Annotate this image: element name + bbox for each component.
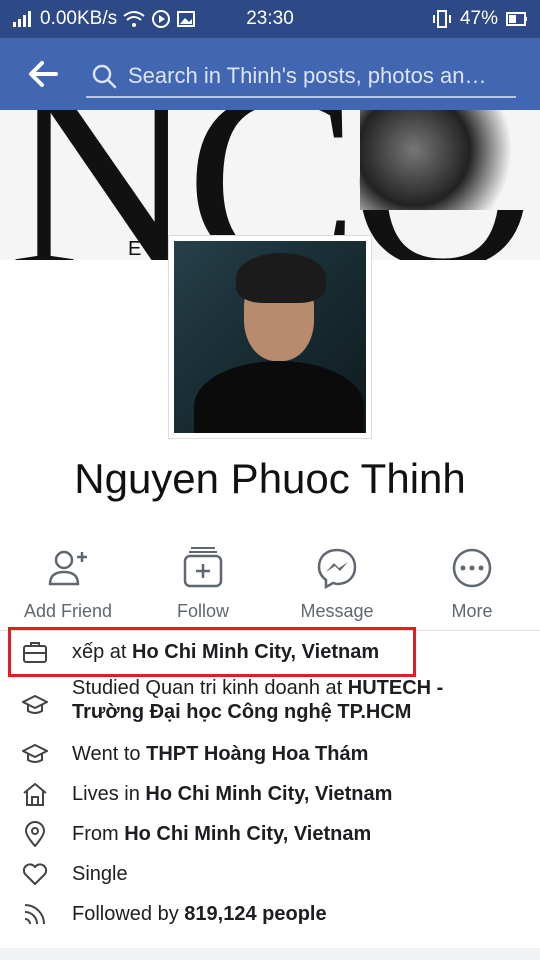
info-row-lives[interactable]: Lives in Ho Chi Minh City, Vietnam xyxy=(0,774,540,814)
profile-picture[interactable] xyxy=(168,235,372,439)
heart-icon xyxy=(22,863,48,885)
status-bar: 0.00KB/s 23:30 47% xyxy=(0,0,540,38)
profile-actions: Add Friend Follow Message More xyxy=(0,540,540,630)
from-prefix: From xyxy=(72,822,125,845)
rss-followers-icon xyxy=(24,904,45,925)
location-pin-icon xyxy=(24,821,46,847)
add-friend-button[interactable]: Add Friend xyxy=(8,540,128,622)
went-prefix: Went to xyxy=(72,742,147,765)
went-school: THPT Hoàng Hoa Thám xyxy=(146,742,369,765)
study-text: Studied Quan tri kinh doanh at HUTECH - … xyxy=(72,676,512,724)
profile-photo xyxy=(174,241,366,433)
follow-button[interactable]: Follow xyxy=(143,540,263,622)
message-label: Message xyxy=(300,601,374,621)
lives-text: Lives in Ho Chi Minh City, Vietnam xyxy=(72,783,392,806)
followed-count: 819,124 people xyxy=(184,902,327,925)
graduation-cap-icon xyxy=(22,694,48,714)
more-icon xyxy=(452,548,492,588)
search-input[interactable] xyxy=(128,63,508,89)
lives-prefix: Lives in xyxy=(72,782,146,805)
info-row-from[interactable]: From Ho Chi Minh City, Vietnam xyxy=(0,814,540,854)
search-header xyxy=(0,38,540,110)
followers-text: Followed by 819,124 people xyxy=(72,903,327,926)
graduation-cap-icon xyxy=(22,743,48,763)
battery-icon xyxy=(506,12,527,26)
info-row-study[interactable]: Studied Quan tri kinh doanh at HUTECH - … xyxy=(0,672,540,734)
vibrate-icon xyxy=(432,10,451,28)
from-place: Ho Chi Minh City, Vietnam xyxy=(124,822,372,845)
cover-texture xyxy=(360,110,540,210)
highlight-box xyxy=(8,627,416,677)
search-bar[interactable] xyxy=(86,56,516,98)
study-prefix: Studied Quan tri kinh doanh at xyxy=(72,677,348,699)
went-text: Went to THPT Hoàng Hoa Thám xyxy=(72,743,368,766)
clock: 23:30 xyxy=(246,8,294,29)
section-separator xyxy=(0,948,540,960)
add-friend-icon xyxy=(48,550,87,586)
add-friend-label: Add Friend xyxy=(23,601,113,621)
info-row-followers[interactable]: Followed by 819,124 people xyxy=(0,894,540,934)
profile-name: Nguyen Phuoc Thinh xyxy=(74,455,466,502)
back-button[interactable] xyxy=(26,58,60,90)
follow-label: Follow xyxy=(176,601,229,621)
followed-prefix: Followed by xyxy=(72,902,185,925)
home-icon xyxy=(23,782,47,806)
from-text: From Ho Chi Minh City, Vietnam xyxy=(72,823,371,846)
relationship-text: Single xyxy=(72,862,128,885)
lives-place: Ho Chi Minh City, Vietnam xyxy=(145,782,393,805)
intro-section: xếp at Ho Chi Minh City, Vietnam Studied… xyxy=(0,632,540,934)
follow-icon xyxy=(183,547,223,588)
messenger-icon xyxy=(317,548,357,590)
more-label: More xyxy=(451,601,493,621)
more-button[interactable]: More xyxy=(412,540,532,622)
search-icon xyxy=(92,64,117,89)
message-button[interactable]: Message xyxy=(277,540,397,622)
battery-percent: 47% xyxy=(459,8,498,29)
back-arrow-icon xyxy=(29,61,58,87)
info-row-relationship[interactable]: Single xyxy=(0,854,540,894)
info-row-went[interactable]: Went to THPT Hoàng Hoa Thám xyxy=(0,734,540,774)
